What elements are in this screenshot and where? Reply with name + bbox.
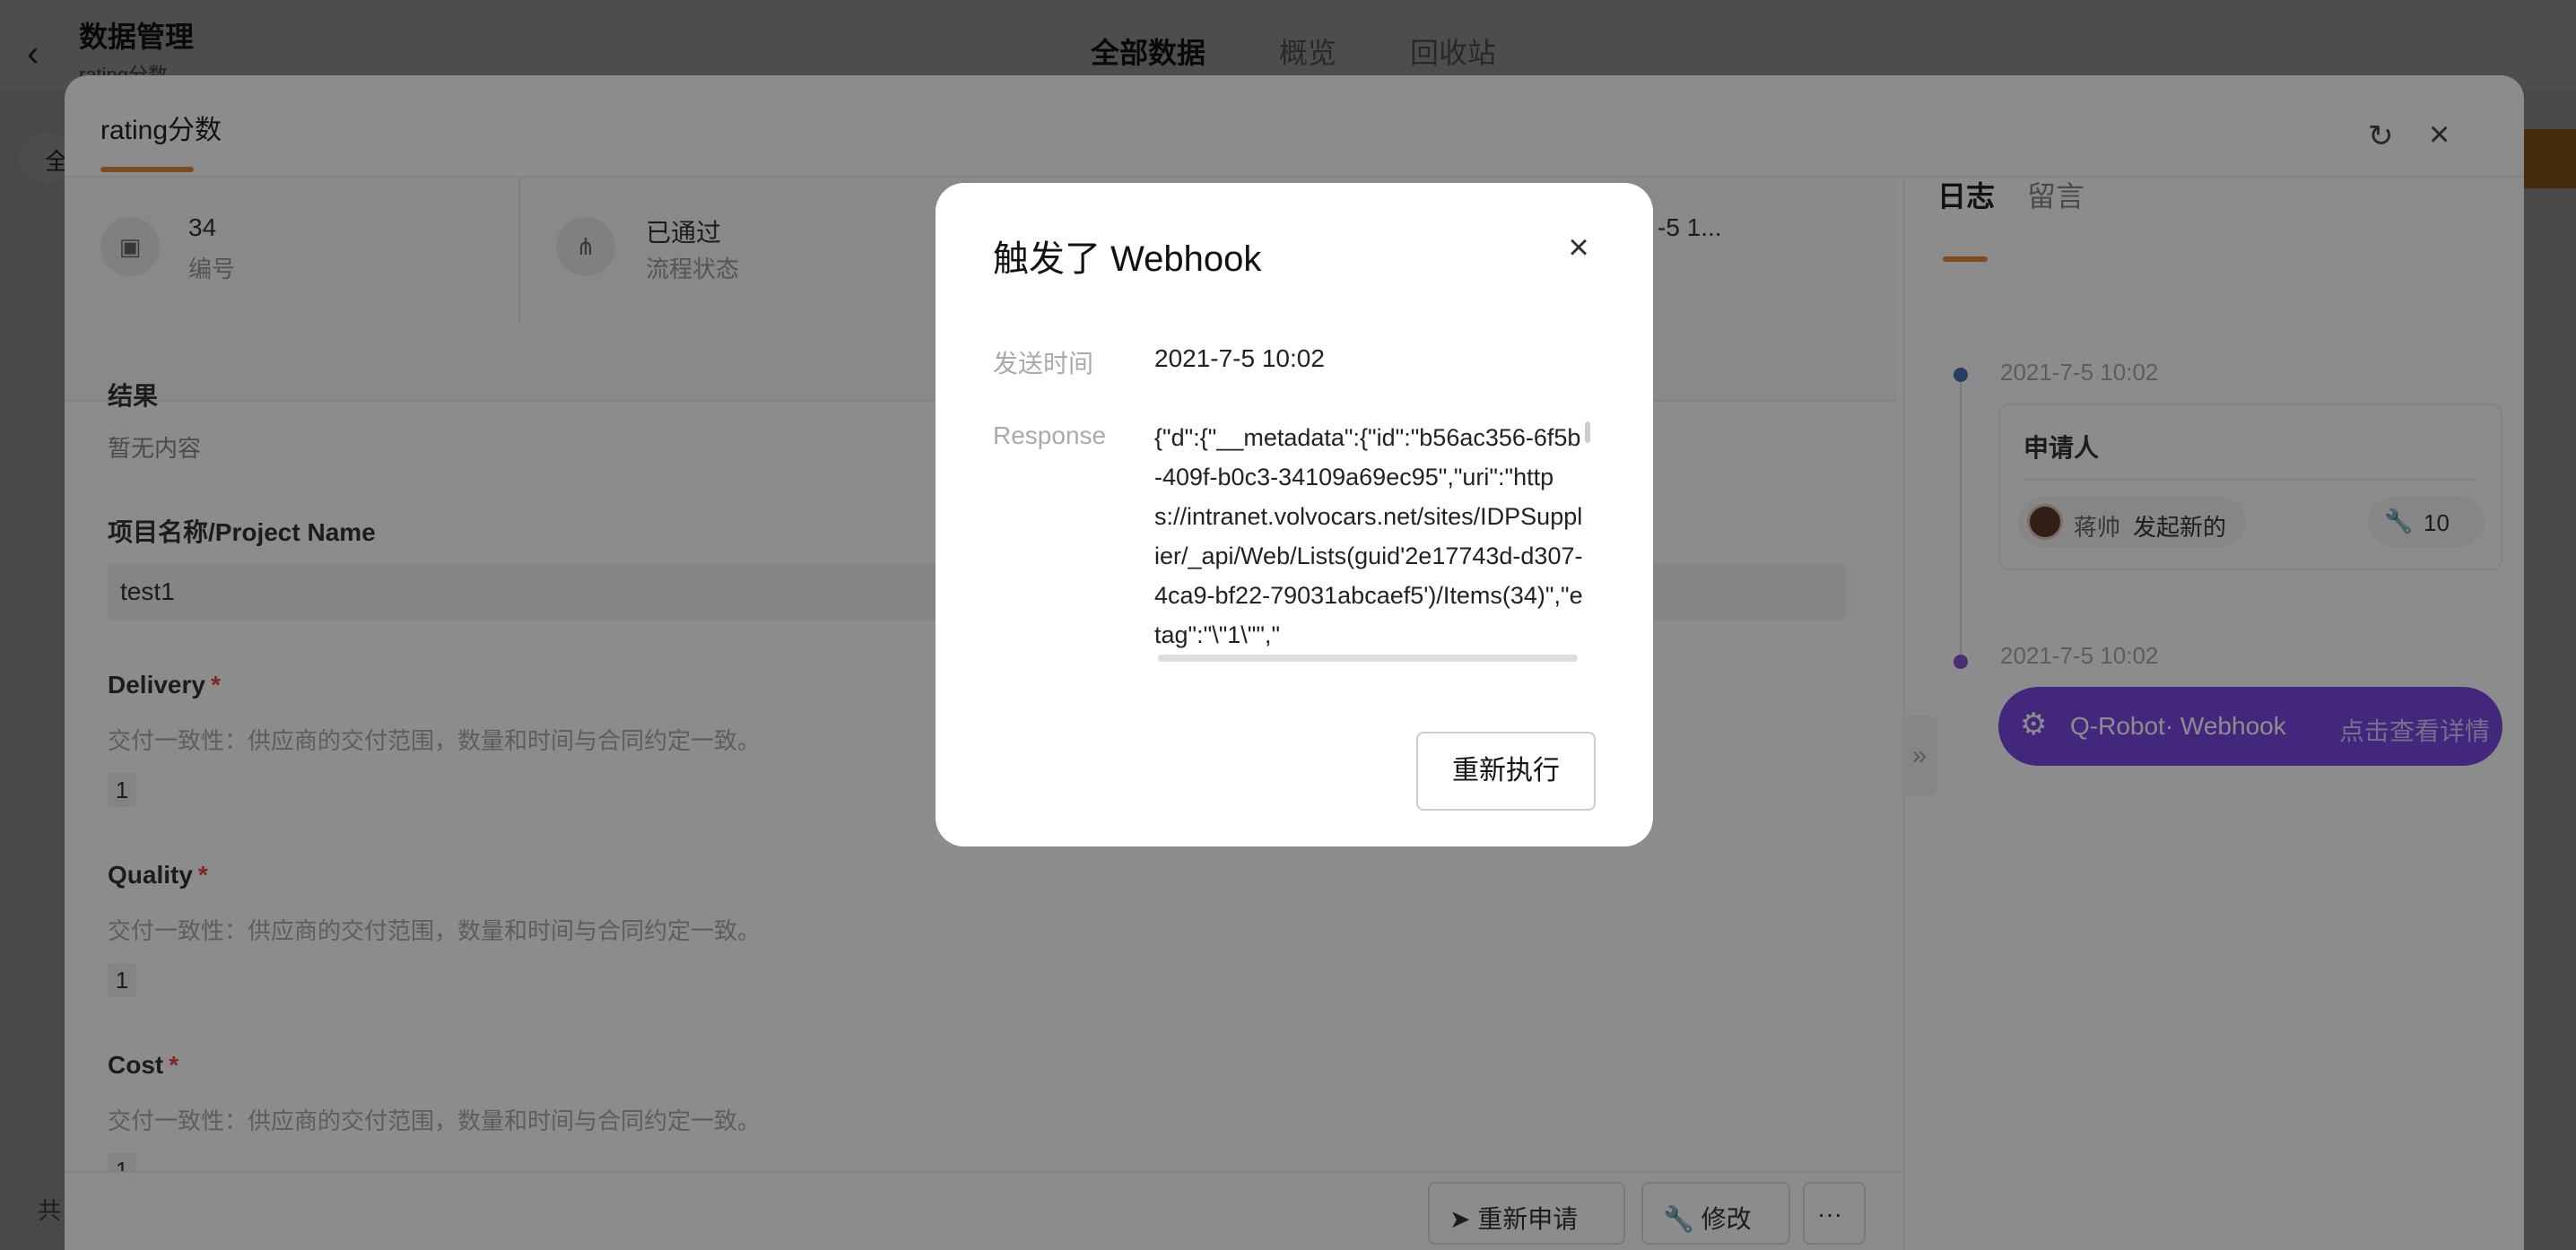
response-value: {"d":{"__metadata":{"id":"b56ac356-6f5b-… xyxy=(1154,424,1583,648)
response-label: Response xyxy=(993,421,1107,449)
modal-title: 触发了 Webhook xyxy=(993,239,1262,279)
response-scroll-area[interactable]: {"d":{"__metadata":{"id":"b56ac356-6f5b-… xyxy=(1154,418,1632,669)
horizontal-scrollbar[interactable] xyxy=(1158,655,1578,662)
vertical-scrollbar[interactable] xyxy=(1585,421,1590,443)
send-time-label: 发送时间 xyxy=(993,350,1094,378)
webhook-modal: 触发了 Webhook × 发送时间 2021-7-5 10:02 Respon… xyxy=(936,183,1653,846)
rerun-button[interactable]: 重新执行 xyxy=(1416,732,1596,811)
close-icon[interactable]: × xyxy=(1557,226,1600,269)
send-time-value: 2021-7-5 10:02 xyxy=(1154,344,1325,372)
